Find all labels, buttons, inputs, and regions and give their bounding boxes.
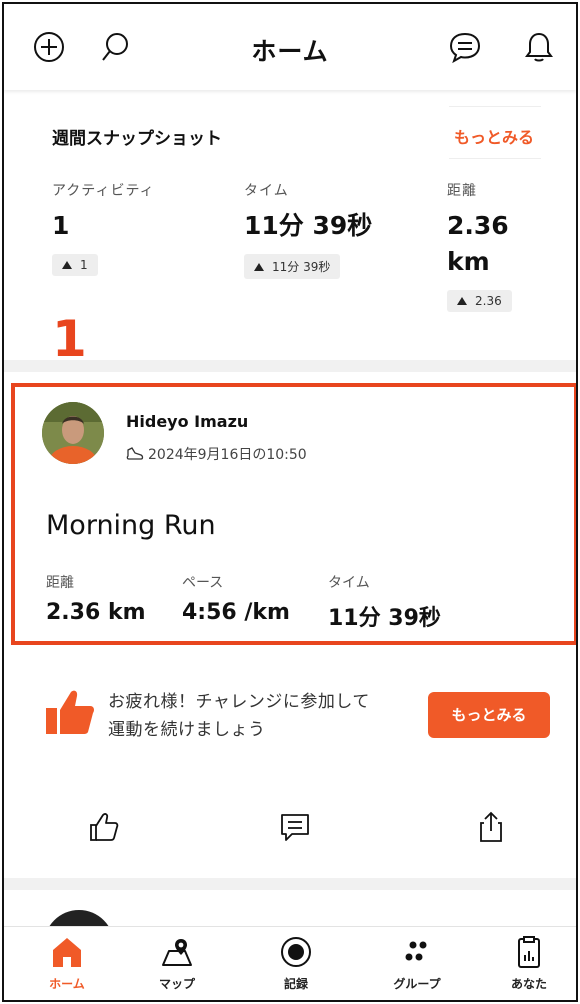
user-name[interactable]: Hideyo Imazu [126, 412, 248, 431]
divider [449, 106, 541, 107]
page-title: ホーム [251, 37, 329, 66]
challenge-line: お疲れ様！チャレンジに参加して [108, 692, 370, 712]
snapshot-distance-column: 距離 2.36 km 2.36 [447, 180, 547, 312]
stat-value: 2.36 km [46, 600, 146, 625]
user-photo [42, 402, 104, 464]
top-header: ホーム [4, 4, 576, 90]
comment-icon[interactable] [278, 810, 312, 844]
section-divider [4, 360, 576, 372]
activity-card[interactable]: Hideyo Imazu 2024年9月16日の10:50 Morning Ru… [4, 372, 576, 672]
challenge-more-button[interactable]: もっとみる [428, 692, 550, 738]
date-text: 2024年9月16日の10:50 [148, 447, 307, 463]
snapshot-value: 11分 39秒 [244, 211, 373, 240]
thumbs-up-icon[interactable] [86, 810, 120, 844]
snapshot-label: タイム [244, 183, 289, 199]
snapshot-label: 距離 [447, 183, 477, 199]
tab-home[interactable]: ホーム [22, 935, 112, 992]
chat-icon[interactable] [448, 30, 482, 64]
stat-time: タイム 11分 39秒 [328, 572, 441, 632]
change-value: 11分 39秒 [272, 260, 331, 274]
snapshot-more-link[interactable]: もっとみる [454, 124, 534, 148]
shoe-icon [126, 447, 144, 460]
annotation-number: 1 [52, 310, 87, 368]
bell-icon[interactable] [522, 30, 556, 64]
change-value: 2.36 [475, 294, 502, 308]
snapshot-title: 週間スナップショット [52, 129, 222, 149]
challenge-message: お疲れ様！チャレンジに参加して 運動を続けましょう [108, 688, 370, 744]
snapshot-activity-column: アクティビティ 1 1 [52, 180, 155, 276]
group-icon [405, 941, 427, 961]
change-chip: 2.36 [447, 290, 512, 312]
stat-value: 4:56 /km [182, 600, 290, 625]
snapshot-label: アクティビティ [52, 183, 155, 199]
tab-label: グループ [393, 977, 441, 991]
stat-label: タイム [328, 575, 370, 591]
thumbs-up-filled-icon [46, 690, 94, 734]
stat-pace: ペース 4:56 /km [182, 572, 290, 625]
snapshot-value: 2.36 km [447, 211, 509, 276]
weekly-snapshot-card: 週間スナップショット もっとみる アクティビティ 1 1 タイム 11分 39秒… [4, 90, 576, 360]
tab-group[interactable]: グループ [372, 935, 462, 992]
tab-label: ホーム [49, 977, 85, 991]
stat-distance: 距離 2.36 km [46, 572, 146, 625]
snapshot-value: 1 [52, 211, 70, 240]
tab-label: 記録 [283, 977, 308, 991]
up-triangle-icon [457, 297, 467, 305]
stat-value: 11分 39秒 [328, 606, 441, 631]
tab-you[interactable]: あなた [484, 935, 574, 992]
change-value: 1 [80, 258, 88, 272]
divider [449, 158, 541, 159]
avatar[interactable] [42, 402, 104, 464]
share-icon[interactable] [474, 810, 508, 844]
bottom-tab-bar: ホーム マップ 記録 グループ あなた [4, 926, 576, 1000]
tab-label: マップ [158, 977, 195, 991]
change-chip: 1 [52, 254, 98, 276]
app-screen: ホーム 週間スナップショット もっとみる アクティビティ 1 1 タイム 11分… [2, 2, 578, 1002]
map-icon [162, 939, 192, 966]
up-triangle-icon [62, 261, 72, 269]
snapshot-time-column: タイム 11分 39秒 11分 39秒 [244, 180, 372, 279]
home-icon [53, 938, 81, 967]
tab-label: あなた [510, 977, 547, 991]
activity-date: 2024年9月16日の10:50 [126, 444, 307, 464]
change-chip: 11分 39秒 [244, 254, 341, 279]
record-icon [281, 937, 311, 967]
tab-record[interactable]: 記録 [251, 935, 341, 992]
tab-map[interactable]: マップ [132, 935, 222, 992]
section-divider [4, 878, 576, 890]
stat-label: ペース [182, 575, 224, 591]
profile-stats-icon [518, 936, 540, 968]
activity-title[interactable]: Morning Run [46, 510, 216, 541]
stat-label: 距離 [46, 575, 74, 591]
challenge-line: 運動を続けましょう [108, 720, 266, 740]
up-triangle-icon [254, 263, 264, 271]
